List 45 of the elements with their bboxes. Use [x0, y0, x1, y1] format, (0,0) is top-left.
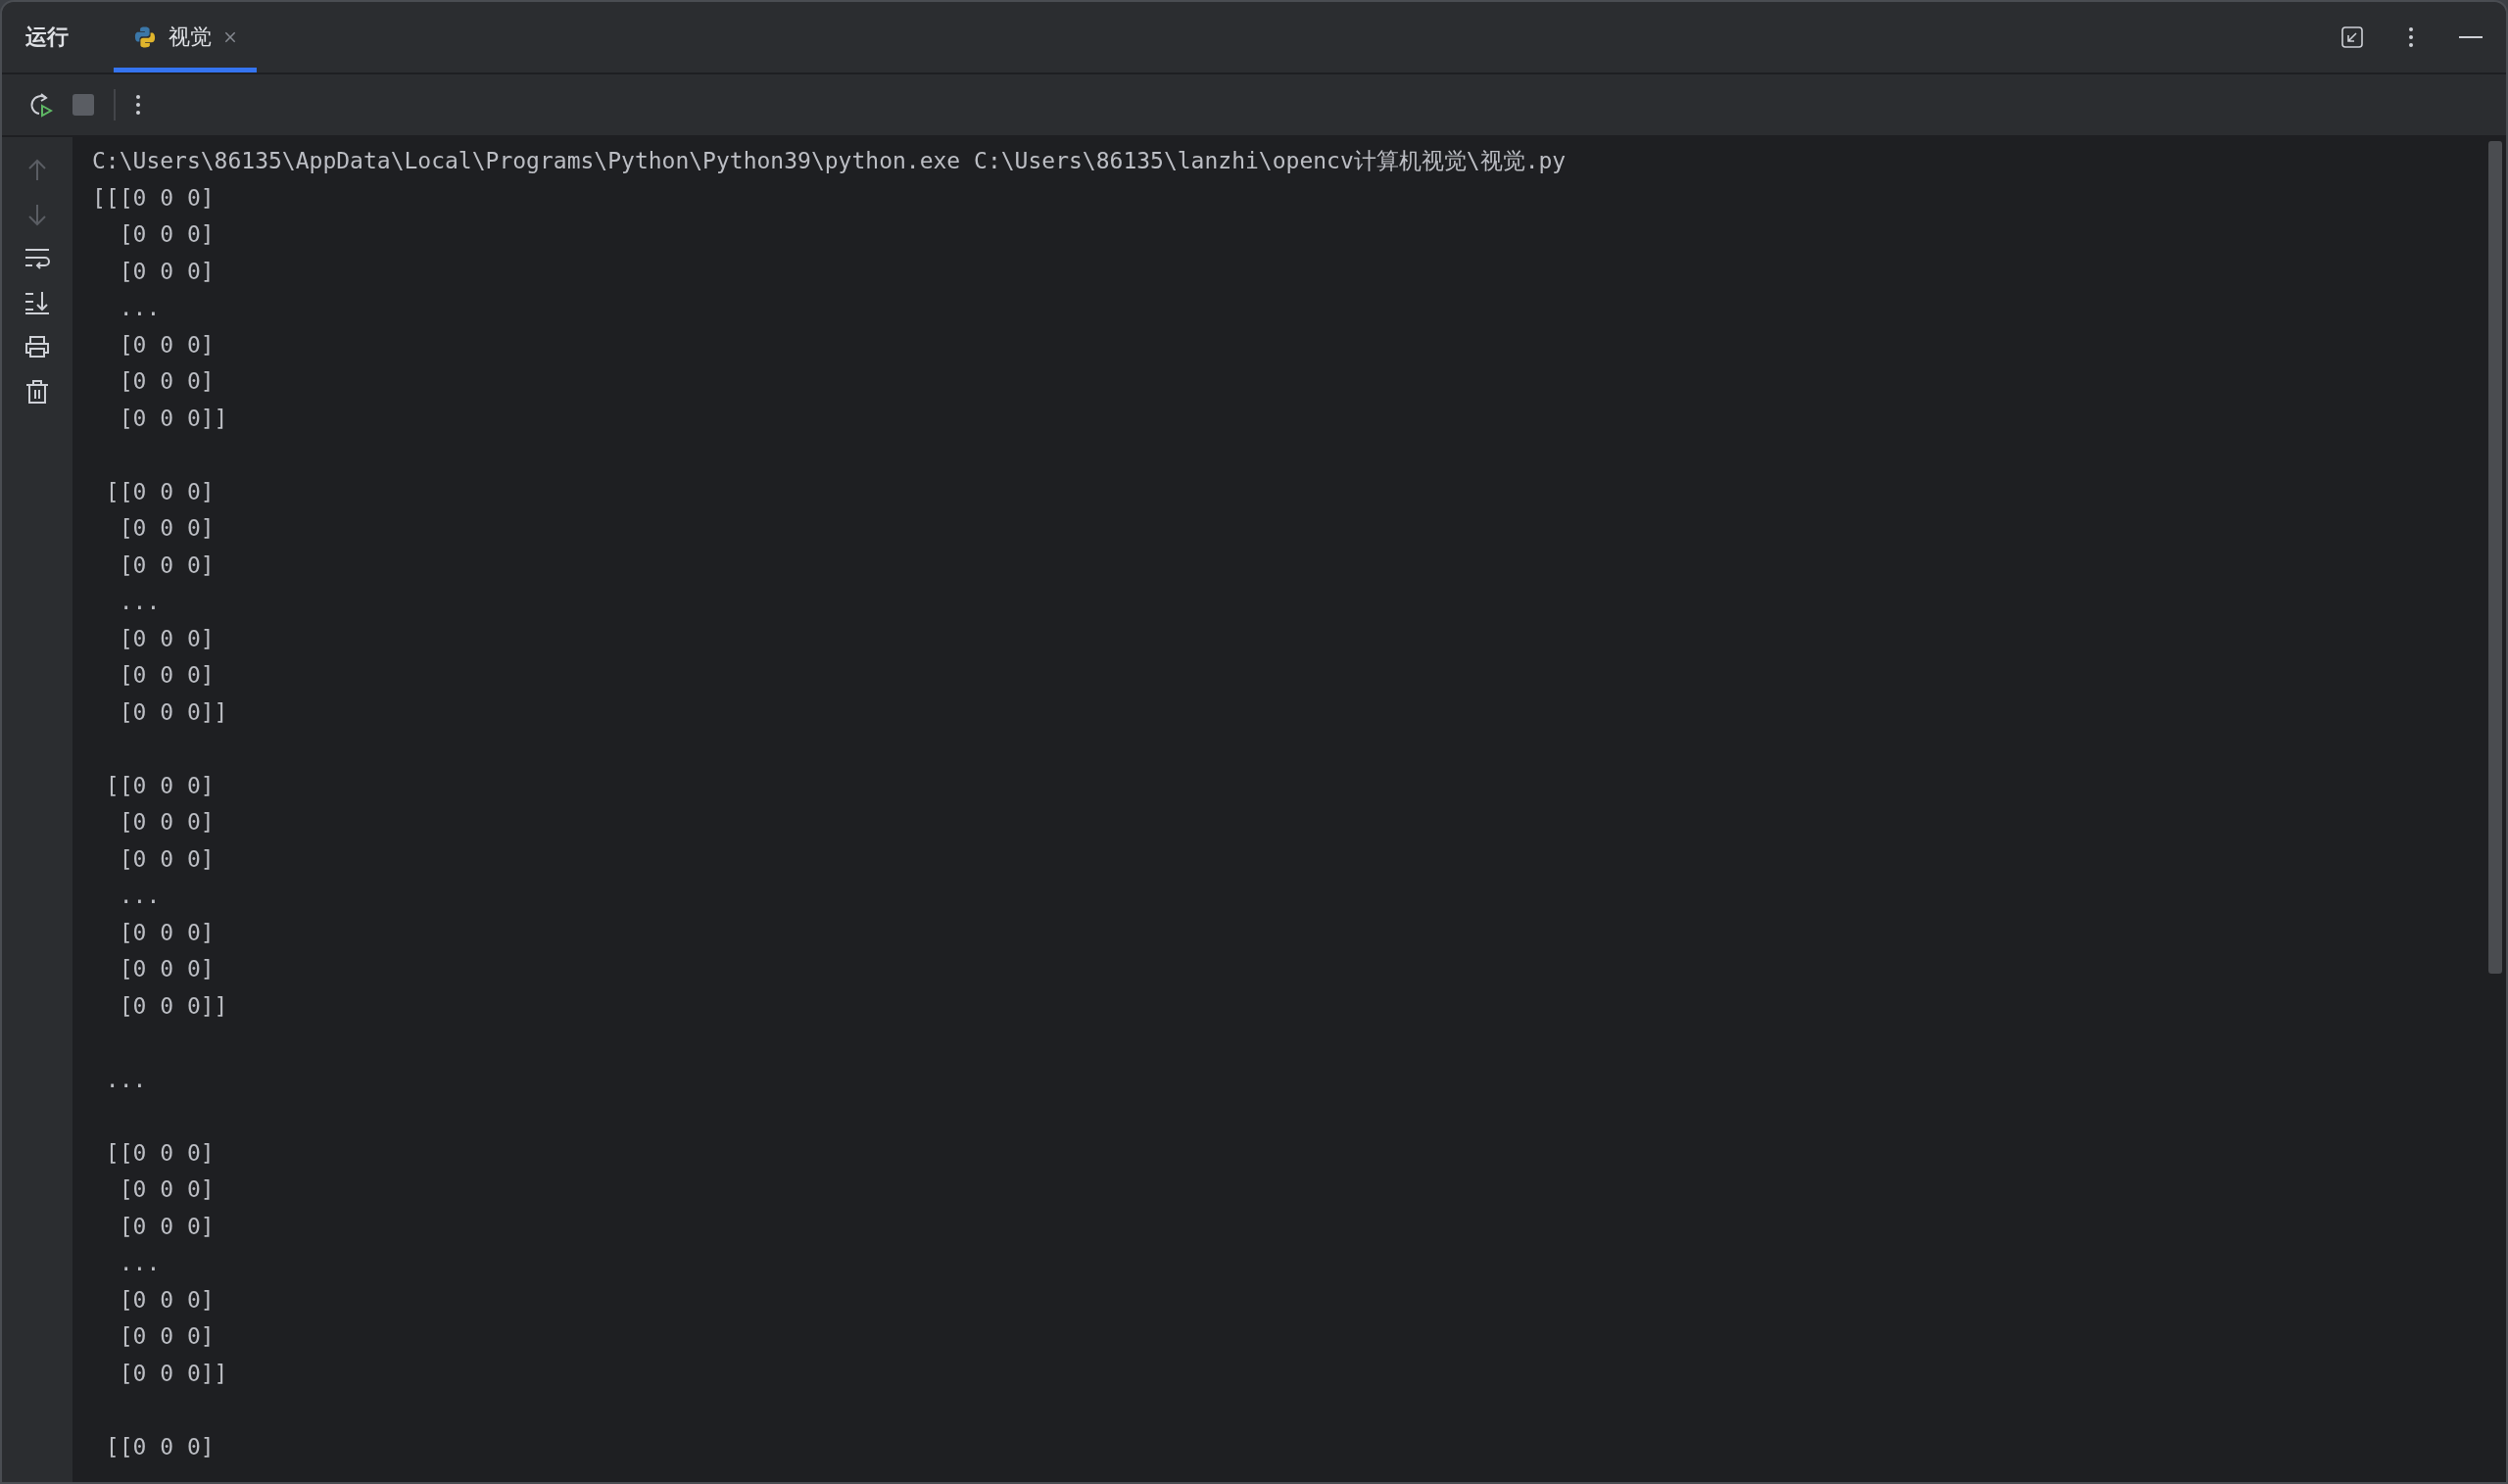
console-output-line: C:\Users\86135\AppData\Local\Programs\Python\Python39\python.exe C:\Users\86135\lanzhi\opencv计算机视觉\视觉.py	[92, 147, 1568, 175]
console-output-line: [[0 0 0]	[104, 477, 216, 506]
console-output-line: ...	[118, 588, 162, 616]
console-output-line: [0 0 0]]	[118, 1359, 229, 1388]
soft-wrap-icon[interactable]	[24, 247, 50, 270]
console-output-line: [0 0 0]	[118, 1212, 216, 1241]
console-output-line: [0 0 0]	[118, 330, 216, 359]
more-options-icon[interactable]	[2408, 26, 2414, 48]
console-output-line: [0 0 0]	[118, 624, 216, 653]
scroll-to-end-icon[interactable]	[24, 291, 50, 314]
console-output-line: [0 0 0]]	[118, 697, 229, 727]
console-output-line: ...	[118, 294, 162, 322]
run-tab[interactable]: 视觉	[114, 2, 257, 72]
printer-icon[interactable]	[24, 335, 50, 359]
console-output-line: [[0 0 0]	[104, 771, 216, 800]
console-output-line: [0 0 0]	[118, 1322, 216, 1351]
console-output-line: [[0 0 0]	[104, 1138, 216, 1168]
restore-icon[interactable]	[2341, 26, 2363, 48]
console-output-line: [0 0 0]	[118, 257, 216, 286]
more-options-icon[interactable]	[135, 94, 141, 116]
console-output-line: [0 0 0]	[118, 955, 216, 983]
panel-title: 运行	[25, 24, 69, 51]
trash-icon[interactable]	[25, 379, 49, 405]
console-output-line: [[[0 0 0]	[92, 183, 216, 213]
console-output-line: ...	[118, 1249, 162, 1277]
console-output-line: [0 0 0]	[118, 551, 216, 580]
console-output-line: [[0 0 0]	[104, 1432, 216, 1461]
rerun-icon[interactable]	[27, 92, 53, 118]
console-output-line: [0 0 0]	[118, 918, 216, 947]
console-output-line: [0 0 0]	[118, 1285, 216, 1315]
console-output-line: [0 0 0]	[118, 808, 216, 837]
console-output-line: ...	[118, 882, 162, 910]
scrollbar-thumb[interactable]	[2488, 141, 2502, 974]
console-output-line: [0 0 0]	[118, 661, 216, 690]
console-output-line: ...	[104, 1065, 148, 1094]
console-output-line: [0 0 0]	[118, 514, 216, 543]
console-output-line: [0 0 0]]	[118, 404, 229, 433]
console-output-line: [0 0 0]]	[118, 991, 229, 1021]
console-output-line: [0 0 0]	[118, 1175, 216, 1204]
console-output-line: [0 0 0]	[118, 220, 216, 249]
python-logo-icon	[133, 25, 157, 49]
close-icon[interactable]	[223, 30, 237, 44]
console-output-line: [0 0 0]	[118, 367, 216, 396]
minimize-icon[interactable]	[2459, 35, 2483, 39]
console-output-line: [0 0 0]	[118, 844, 216, 874]
